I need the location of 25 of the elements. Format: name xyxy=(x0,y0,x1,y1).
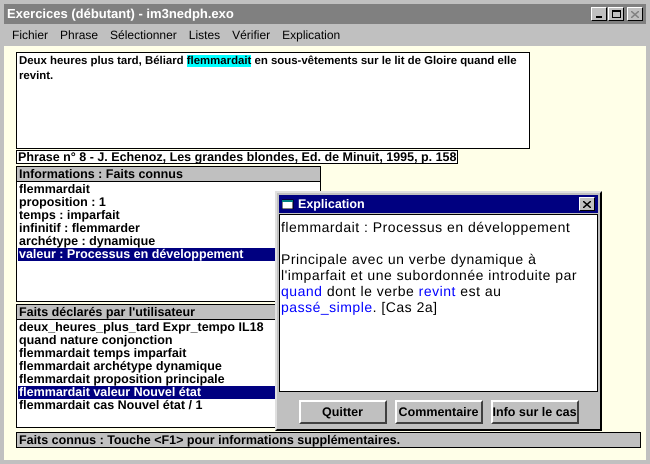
menu-item[interactable]: Fichier xyxy=(12,26,48,44)
close-icon xyxy=(631,10,639,18)
window-icon xyxy=(282,199,294,209)
panel-header: Informations : Faits connus xyxy=(16,166,321,182)
window-title: Exercices (débutant) - im3nedph.exo xyxy=(7,5,234,24)
menu-item[interactable]: Phrase xyxy=(60,26,98,44)
minimize-icon xyxy=(596,16,602,18)
maximize-button[interactable] xyxy=(608,7,624,21)
status-bar: Faits connus : Touche <F1> pour informations supplémentaires. xyxy=(16,432,641,448)
dialog-button[interactable]: Commentaire xyxy=(394,400,482,424)
menu-item[interactable]: Listes xyxy=(188,26,220,44)
maximize-icon xyxy=(612,10,620,18)
close-button[interactable] xyxy=(627,7,643,21)
explanation-heading: flemmardait : Processus en développement xyxy=(281,219,572,235)
close-button[interactable] xyxy=(579,197,595,211)
close-icon xyxy=(583,200,591,208)
menu-item[interactable]: Explication xyxy=(282,26,340,44)
citation-text: Phrase n° 8 - J. Echenoz, Les grandes blondes, Ed. de Minuit, 1995, p. 158 xyxy=(16,150,458,164)
dialog-button[interactable]: Info sur le cas xyxy=(490,400,578,424)
menu-item[interactable]: Vérifier xyxy=(232,26,270,44)
list-item[interactable]: flemmardait xyxy=(18,183,319,196)
menu-item[interactable]: Sélectionner xyxy=(110,26,177,44)
dialog-title: Explication xyxy=(298,196,365,213)
dialog-button[interactable]: Quitter xyxy=(298,400,386,424)
minimize-button[interactable] xyxy=(591,7,607,21)
